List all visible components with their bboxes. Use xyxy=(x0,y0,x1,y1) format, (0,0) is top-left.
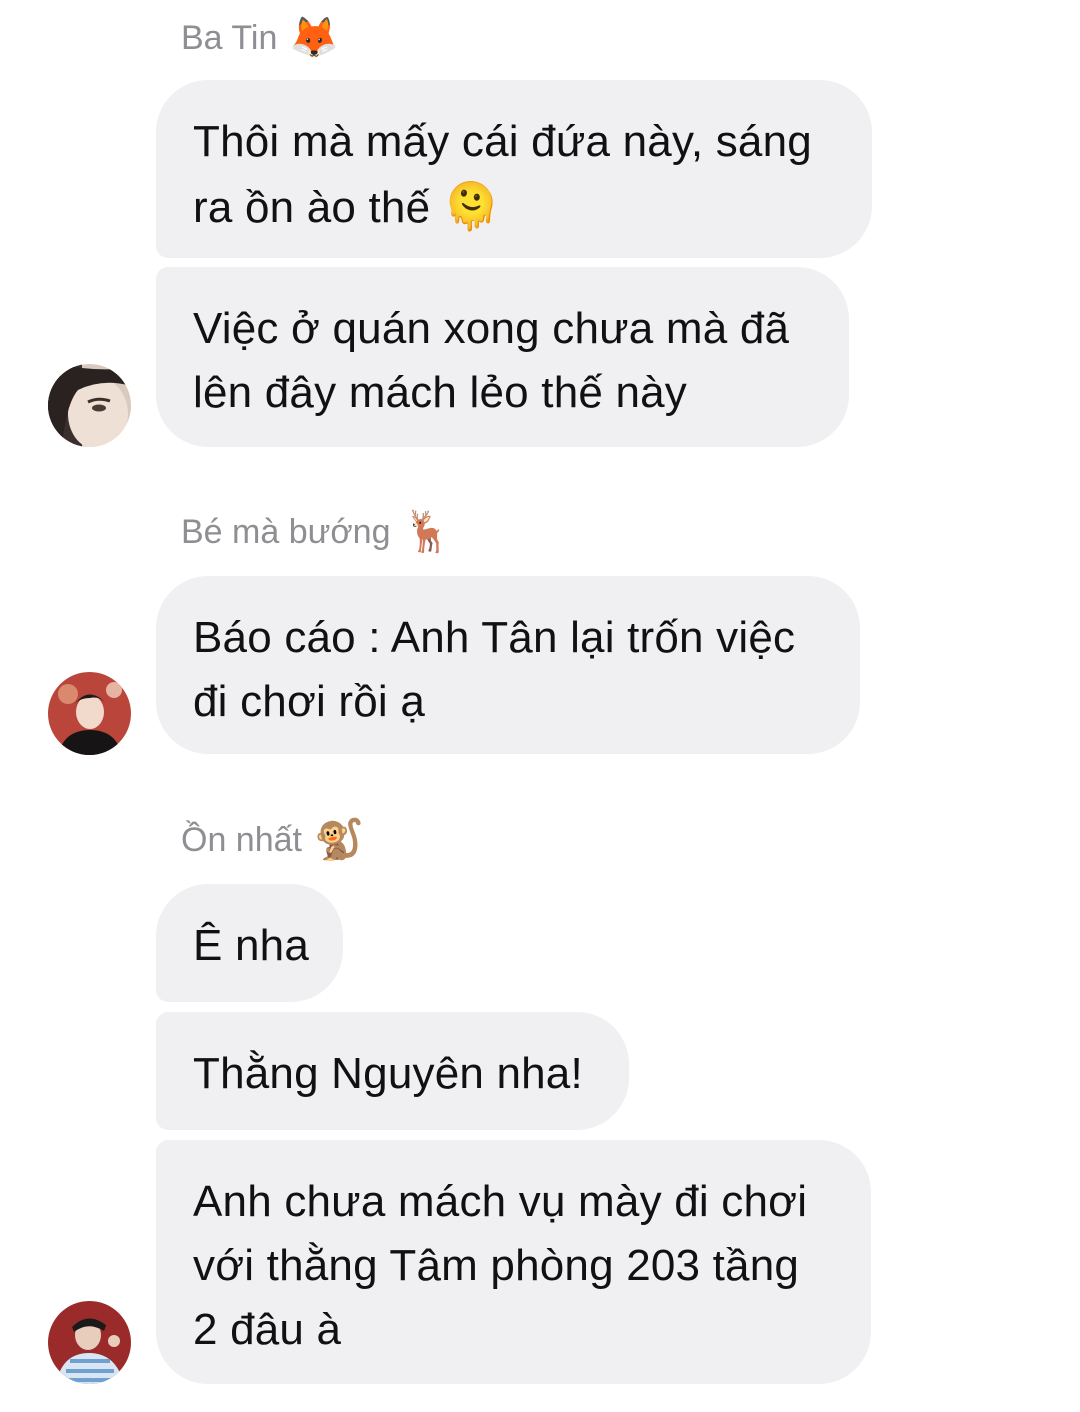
sender-name: Ồn nhất 🐒 xyxy=(181,818,364,862)
message-line: lên đây mách lẻo thế này xyxy=(193,368,687,417)
message-line: 2 đâu à xyxy=(193,1305,342,1354)
monkey-emoji-icon: 🐒 xyxy=(313,818,364,862)
avatar[interactable] xyxy=(48,1301,131,1384)
message-bubble[interactable]: Ê nha xyxy=(156,884,343,1002)
avatar-man-striped-shirt-icon xyxy=(48,1301,131,1384)
message-line: với thằng Tâm phòng 203 tầng xyxy=(193,1241,800,1290)
message-bubble[interactable]: Việc ở quán xong chưa mà đã lên đây mách… xyxy=(156,267,849,447)
avatar[interactable] xyxy=(48,364,131,447)
deer-emoji-icon: 🦌 xyxy=(402,510,453,554)
message-line: Thằng Nguyên nha! xyxy=(193,1049,583,1098)
fox-emoji-icon: 🦊 xyxy=(289,16,340,60)
message-line: ra ồn ào thế 🫠 xyxy=(193,180,501,232)
message-line: Thôi mà mấy cái đứa này, sáng xyxy=(193,117,812,166)
message-bubble[interactable]: Báo cáo : Anh Tân lại trốn việc đi chơi … xyxy=(156,576,860,754)
message-line: Việc ở quán xong chưa mà đã xyxy=(193,304,790,353)
message-line: đi chơi rồi ạ xyxy=(193,677,425,726)
message-line: Báo cáo : Anh Tân lại trốn việc xyxy=(193,613,796,662)
message-bubble[interactable]: Anh chưa mách vụ mày đi chơi với thằng T… xyxy=(156,1140,871,1384)
message-bubble[interactable]: Thôi mà mấy cái đứa này, sáng ra ồn ào t… xyxy=(156,80,872,258)
melting-face-emoji-icon: 🫠 xyxy=(442,180,501,232)
avatar-man-dark-shirt-icon xyxy=(48,672,131,755)
message-line: Anh chưa mách vụ mày đi chơi xyxy=(193,1177,808,1226)
avatar[interactable] xyxy=(48,672,131,755)
message-line: Ê nha xyxy=(193,921,309,970)
avatar-woman-closeup-icon xyxy=(48,364,131,447)
sender-name: Bé mà bướng 🦌 xyxy=(181,510,453,554)
sender-name: Ba Tin 🦊 xyxy=(181,16,340,60)
message-bubble[interactable]: Thằng Nguyên nha! xyxy=(156,1012,629,1130)
